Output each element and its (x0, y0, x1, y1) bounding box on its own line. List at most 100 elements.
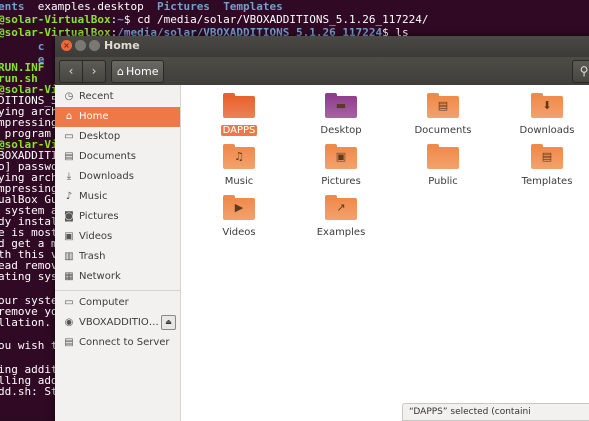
eject-icon[interactable]: ⏏ (161, 315, 176, 330)
camera-icon: ◙ (64, 211, 74, 222)
sidebar-item-label: Videos (79, 231, 113, 242)
server-icon: ▤ (64, 337, 74, 348)
file-name: Public (428, 176, 458, 187)
folder-emblem: ⬇ (542, 99, 552, 112)
terminal-text: llation. (0, 316, 51, 329)
sidebar-item-documents[interactable]: ▤ Documents (55, 147, 180, 167)
sidebar-item-label: Desktop (79, 131, 121, 142)
sidebar-divider (55, 290, 180, 291)
search-icon: ⚲ (579, 64, 589, 78)
minimize-button[interactable] (75, 40, 86, 51)
file-item-desktop[interactable]: ▬ Desktop (306, 93, 376, 137)
sidebar-item-videos[interactable]: ▣ Videos (55, 227, 180, 247)
file-item-music[interactable]: ♫ Music (204, 144, 274, 188)
public-folder-icon (427, 144, 459, 169)
sidebar-item-label: Connect to Server (79, 337, 170, 348)
back-button[interactable]: ‹ (59, 60, 83, 83)
forward-button[interactable]: › (82, 60, 106, 83)
window-title: Home (104, 39, 140, 52)
sidebar-item-pictures[interactable]: ◙ Pictures (55, 207, 180, 227)
music-icon: ♪ (65, 191, 73, 202)
downloads-icon: ⤓ (66, 171, 72, 182)
file-name: Desktop (320, 125, 362, 136)
terminal-text: ~ (117, 13, 124, 26)
search-button[interactable]: ⚲ (572, 60, 589, 83)
terminal-text: ents (0, 0, 25, 13)
folder-emblem: ▤ (437, 99, 449, 112)
documents-folder-icon: ▤ (427, 93, 459, 118)
folder-emblem: ▬ (335, 99, 347, 112)
videos-folder-icon: ▶ (223, 195, 255, 220)
file-item-documents[interactable]: ▤ Documents (408, 93, 478, 137)
file-item-templates[interactable]: ▤ Templates (512, 144, 582, 188)
documents-icon: ▤ (64, 151, 74, 162)
sidebar-item-trash[interactable]: ▥ Trash (55, 247, 180, 267)
terminal-text: @solar-VirtualBox (0, 13, 111, 26)
home-icon: ⌂ (117, 65, 124, 78)
file-name: Downloads (519, 125, 575, 136)
folder-emblem: ▤ (541, 150, 553, 163)
terminal-text: $ cd /media/solar/VBOXADDITIONS_5.1.26_1… (123, 13, 429, 26)
breadcrumb-home[interactable]: ⌂ Home (111, 60, 165, 83)
trash-icon: ▥ (64, 251, 74, 262)
maximize-button[interactable] (89, 40, 100, 51)
sidebar-item-label: Music (79, 191, 108, 202)
sidebar-item-downloads[interactable]: ⤓ Downloads (55, 167, 180, 187)
disc-icon: ◉ (64, 317, 74, 328)
sidebar-item-label: VBOXADDITIO… (79, 317, 159, 328)
file-item-examples[interactable]: ↗ Examples (306, 195, 376, 239)
file-item-pictures[interactable]: ▣ Pictures (306, 144, 376, 188)
sidebar-item-network[interactable]: ▦ Network (55, 267, 180, 287)
sidebar-item-recent[interactable]: ◷ Recent (55, 87, 180, 107)
folder-body (427, 147, 459, 169)
videos-icon: ▣ (64, 231, 74, 242)
sidebar-item-label: Network (79, 271, 121, 282)
folder-icon (223, 93, 255, 118)
terminal-line: @solar-VirtualBox:~$ cd /media/solar/VBO… (0, 13, 428, 26)
sidebar-device-disc[interactable]: ◉ VBOXADDITIO… ⏏ (55, 313, 180, 333)
folder-emblem: ↗ (336, 201, 346, 214)
computer-icon: ▭ (64, 297, 74, 308)
sidebar-item-label: Trash (79, 251, 106, 262)
sidebar-item-home[interactable]: ⌂ Home (55, 107, 180, 127)
folder-emblem: ▣ (335, 150, 347, 163)
file-item-public[interactable]: Public (408, 144, 478, 188)
sidebar-item-label: Documents (79, 151, 137, 162)
folder-emblem: ♫ (234, 150, 244, 163)
file-name: Examples (316, 227, 366, 238)
sidebar-item-label: Downloads (79, 171, 134, 182)
status-bar: “DAPPS” selected (containi (402, 403, 589, 421)
sidebar-item-music[interactable]: ♪ Music (55, 187, 180, 207)
examples-folder-icon: ↗ (325, 195, 357, 220)
file-name: Music (224, 176, 254, 187)
file-item-videos[interactable]: ▶ Videos (204, 195, 274, 239)
file-name: Videos (222, 227, 256, 238)
file-name: Documents (414, 125, 472, 136)
file-item-downloads[interactable]: ⬇ Downloads (512, 93, 582, 137)
sidebar-item-label: Home (79, 111, 109, 122)
desktop-icon: ▭ (64, 131, 74, 142)
close-button[interactable]: × (61, 40, 72, 51)
toolbar: ‹ › ⌂ Home ⚲ (55, 57, 589, 85)
terminal-line: c (0, 40, 45, 53)
desktop-folder-icon: ▬ (325, 93, 357, 118)
terminal-text: examples.desktop (24, 0, 157, 13)
terminal-text: c (0, 40, 45, 53)
sidebar-device-computer[interactable]: ▭ Computer (55, 293, 180, 313)
downloads-folder-icon: ⬇ (531, 93, 563, 118)
file-item-dapps[interactable]: DAPPS (204, 93, 274, 137)
file-name: DAPPS (220, 125, 258, 136)
pictures-folder-icon: ▣ (325, 144, 357, 169)
file-name: Templates (521, 176, 573, 187)
folder-emblem: ▶ (234, 201, 244, 214)
folder-body (223, 96, 255, 118)
file-name: Pictures (321, 176, 361, 187)
sidebar-device-server[interactable]: ▤ Connect to Server (55, 333, 180, 353)
file-view: DAPPS ▬ Desktop ▤ Documents ⬇ Downloads ♫ Music ▣… (181, 85, 589, 421)
file-manager-window: × Home ‹ › ⌂ Home ⚲ ◷ Recent ⌂ Home ▭ Desktop ▤… (55, 36, 589, 421)
sidebar-item-label: Recent (79, 91, 114, 102)
terminal-text: Pictures (156, 0, 210, 13)
home-icon: ⌂ (65, 111, 73, 122)
terminal-line: dd.sh: St (0, 385, 58, 398)
sidebar-item-desktop[interactable]: ▭ Desktop (55, 127, 180, 147)
